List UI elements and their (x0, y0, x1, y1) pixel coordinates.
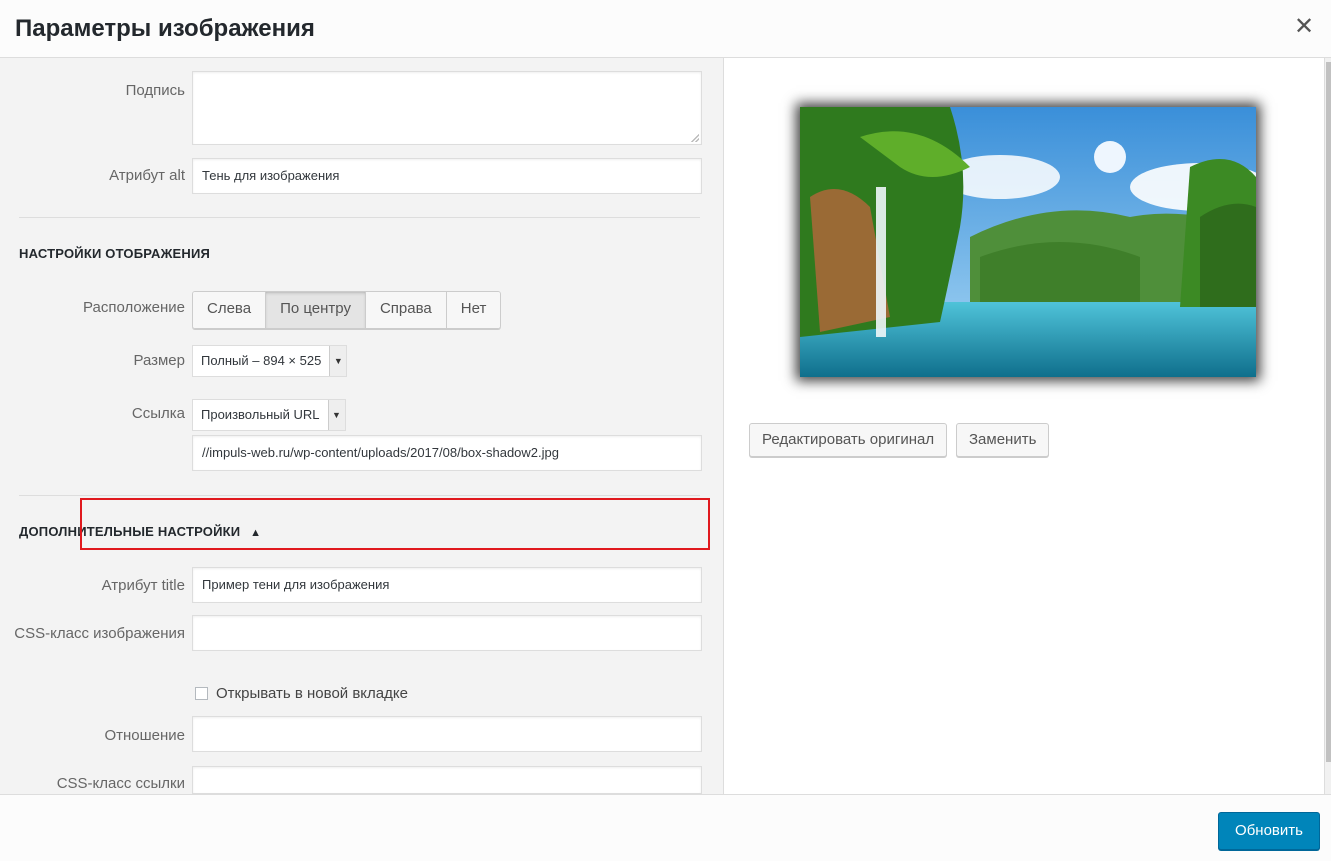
modal-header: Параметры изображения ✕ (0, 0, 1331, 58)
title-attr-input[interactable]: Пример тени для изображения (192, 567, 702, 603)
display-settings-heading: НАСТРОЙКИ ОТОБРАЖЕНИЯ (19, 246, 211, 261)
alt-label: Атрибут alt (109, 167, 185, 184)
align-center-button[interactable]: По центру (266, 292, 366, 328)
divider (19, 495, 700, 496)
edit-original-button[interactable]: Редактировать оригинал (749, 423, 948, 457)
size-select-value: Полный – 894 × 525 (201, 353, 322, 368)
link-css-label: CSS-класс ссылки (56, 775, 185, 792)
css-class-input[interactable] (192, 615, 702, 651)
modal-footer (0, 794, 1331, 861)
landscape-image (800, 107, 1256, 377)
caption-textarea[interactable] (192, 71, 702, 145)
new-tab-label: Открывать в новой вкладке (216, 685, 408, 702)
size-select[interactable]: Полный – 894 × 525 ▼ (192, 345, 348, 377)
close-icon[interactable]: ✕ (1289, 12, 1319, 42)
chevron-down-icon[interactable]: ▼ (329, 346, 347, 376)
replace-button[interactable]: Заменить (956, 423, 1050, 457)
highlight-box (80, 498, 710, 550)
divider (19, 217, 700, 218)
align-label: Расположение (83, 299, 185, 316)
align-none-button[interactable]: Нет (446, 292, 501, 328)
caption-label: Подпись (125, 82, 185, 99)
align-button-group: Слева По центру Справа Нет (192, 291, 502, 329)
align-right-button[interactable]: Справа (365, 292, 447, 328)
rel-label: Отношение (104, 727, 185, 744)
modal-title: Параметры изображения (15, 15, 315, 42)
title-attr-label: Атрибут title (101, 577, 185, 594)
chevron-down-icon[interactable]: ▼ (327, 400, 345, 430)
rel-input[interactable] (192, 716, 702, 752)
css-class-label: CSS-класс изображения (14, 625, 185, 642)
link-select-value: Произвольный URL (201, 407, 320, 422)
new-tab-checkbox[interactable] (195, 687, 208, 700)
scrollbar[interactable] (1324, 58, 1331, 794)
link-css-input[interactable] (192, 766, 702, 794)
alt-input[interactable]: Тень для изображения (192, 158, 702, 194)
align-left-button[interactable]: Слева (193, 292, 267, 328)
link-url-input[interactable]: //impuls-web.ru/wp-content/uploads/2017/… (192, 435, 702, 471)
link-select[interactable]: Произвольный URL ▼ (192, 399, 346, 431)
scrollbar-thumb[interactable] (1326, 62, 1331, 762)
size-label: Размер (133, 352, 185, 369)
link-label: Ссылка (131, 405, 185, 422)
image-preview (800, 107, 1256, 377)
update-button[interactable]: Обновить (1218, 812, 1320, 850)
resize-handle-icon[interactable] (691, 134, 699, 142)
